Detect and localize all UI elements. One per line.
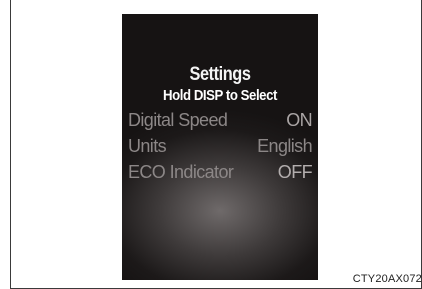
multi-information-display: Settings Hold DISP to Select Digital Spe… — [122, 14, 318, 280]
setting-item-digital-speed[interactable]: Digital Speed ON — [128, 110, 313, 132]
setting-value: English — [257, 136, 312, 156]
setting-value: ON — [286, 110, 312, 130]
display-instruction: Hold DISP to Select — [163, 87, 277, 104]
setting-label: Units — [128, 136, 167, 156]
setting-label: ECO Indicator — [128, 162, 234, 182]
setting-value: OFF — [277, 162, 313, 182]
figure-code: CTY20AX072 — [352, 273, 422, 285]
setting-item-eco-indicator[interactable]: ECO Indicator OFF — [128, 162, 313, 184]
setting-label: Digital Speed — [128, 110, 228, 130]
setting-item-units[interactable]: Units English — [128, 136, 313, 158]
display-title: Settings — [189, 64, 251, 85]
